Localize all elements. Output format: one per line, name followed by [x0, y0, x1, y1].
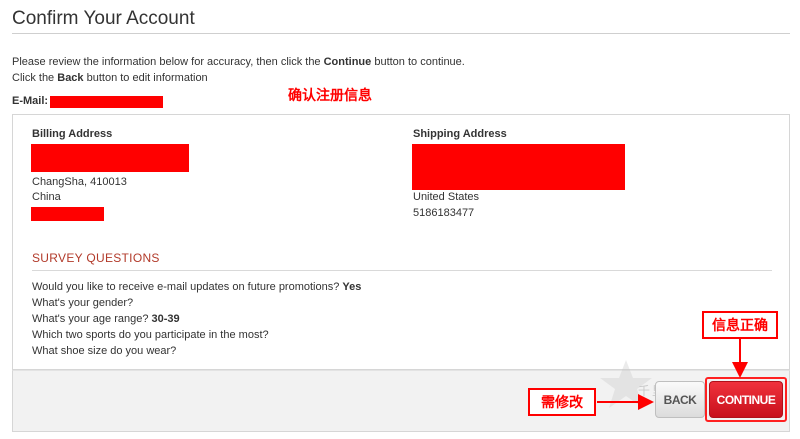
billing-country: China — [32, 191, 61, 203]
info-correct-callout: 信息正确 — [702, 311, 778, 339]
intro-line-1: Please review the information below for … — [12, 56, 465, 68]
survey-question: Which two sports do you participate in t… — [32, 329, 269, 341]
shipping-phone: 5186183477 — [413, 207, 475, 219]
shipping-address-redaction — [412, 144, 625, 190]
billing-name-redaction — [31, 144, 189, 172]
email-label: E-Mail: — [12, 95, 49, 107]
survey-divider — [32, 270, 772, 271]
survey-question: What's your age range? 30-39 — [32, 313, 180, 325]
shipping-country: United States — [413, 191, 480, 203]
survey-question: What's your gender? — [32, 297, 134, 309]
billing-address-heading: Billing Address — [32, 128, 113, 140]
back-word: Back — [57, 72, 84, 84]
survey-question: Would you like to receive e-mail updates… — [32, 281, 362, 293]
edit-needed-callout: 需修改 — [528, 388, 596, 416]
title-divider — [12, 33, 790, 34]
continue-button[interactable]: CONTINUE — [709, 381, 783, 418]
survey-answer: Yes — [342, 281, 362, 293]
billing-phone-redaction — [31, 207, 104, 221]
survey-questions-heading: SURVEY QUESTIONS — [32, 251, 160, 265]
intro-text: Please review the information below for … — [12, 54, 465, 86]
intro-line-2: Click the Back button to edit informatio… — [12, 72, 208, 84]
confirm-info-annotation: 确认注册信息 — [288, 88, 372, 104]
survey-question: What shoe size do you wear? — [32, 345, 177, 357]
continue-word: Continue — [323, 56, 372, 68]
back-button[interactable]: BACK — [655, 381, 705, 418]
page-title: Confirm Your Account — [12, 8, 195, 29]
billing-city-zip: ChangSha, 410013 — [32, 176, 127, 188]
email-redaction — [50, 96, 163, 108]
shipping-address-heading: Shipping Address — [413, 128, 507, 140]
survey-answer: 30-39 — [151, 313, 180, 325]
